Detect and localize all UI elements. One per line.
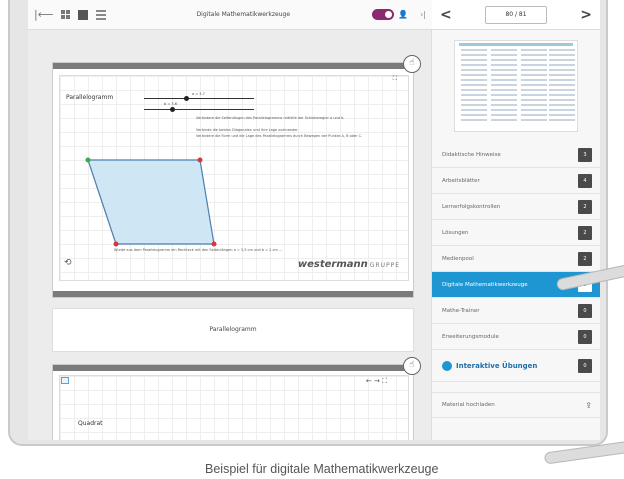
geometry-canvas[interactable]: Parallelogramm a = 3.7 b = 3.6 Verändere… <box>59 75 409 281</box>
card-top-strip <box>53 63 413 69</box>
sidebar-item-label: Mathe-Trainer <box>442 307 480 314</box>
count-badge: 2 <box>578 225 592 240</box>
sidebar-item-medienpool[interactable]: Medienpool 2 <box>432 246 600 272</box>
thumbnail-column <box>461 49 487 123</box>
sidebar-item-label: Didaktische Hinweise <box>442 151 501 158</box>
top-toolbar: |⟵ Digitale Mathematikwerkzeuge 👤 ›| <box>28 0 432 30</box>
ggb-measure-text: Wurde aus dem Parallelogramm ein Rechtec… <box>114 248 283 252</box>
geometry-canvas-2[interactable]: Quadrat <box>59 375 409 440</box>
count-badge: 3 <box>578 147 592 162</box>
sidebar-item-label: Digitale Mathematikwerkzeuge <box>442 281 528 288</box>
interactive-label: Interaktive Übungen <box>456 361 538 370</box>
figure-caption: Beispiel für digitale Mathematikwerkzeug… <box>205 462 439 476</box>
sidebar-item-label: Erweiterungsmodule <box>442 333 499 340</box>
sidebar: Didaktische Hinweise 3 Arbeitsblätter 4 Le… <box>432 30 600 440</box>
list-view-icon[interactable] <box>96 9 107 20</box>
brand-name: westermann <box>297 259 368 270</box>
count-badge: 0 <box>578 303 592 318</box>
single-page-view-icon[interactable] <box>78 9 89 20</box>
collapse-left-icon[interactable]: |⟵ <box>34 8 53 21</box>
count-badge: 4 <box>578 173 592 188</box>
toolbar-title: Digitale Mathematikwerkzeuge <box>196 11 291 18</box>
vertex-point[interactable] <box>113 241 119 247</box>
geogebra-card-square: Quadrat ← → ⛶ ☝ <box>52 357 421 440</box>
next-page-button[interactable]: > <box>580 7 592 23</box>
sidebar-item-label: Lernerfolgskontrollen <box>442 203 501 210</box>
count-badge: 0 <box>578 358 592 373</box>
app-screen: |⟵ Digitale Mathematikwerkzeuge 👤 ›| < 8… <box>28 0 600 440</box>
sidebar-item-material-hochladen[interactable]: Material hochladen ⇪ <box>432 392 600 418</box>
geogebra-card-parallelogram: Parallelogramm a = 3.7 b = 3.6 Verändere… <box>52 55 421 298</box>
sidebar-item-mathe-trainer[interactable]: Mathe-Trainer 0 <box>432 298 600 324</box>
sidebar-item-loesungen[interactable]: Lösungen 2 <box>432 220 600 246</box>
vertex-point[interactable] <box>197 157 203 163</box>
mode-toggle[interactable] <box>372 9 395 20</box>
ggb-heading-2: Quadrat <box>78 420 103 427</box>
thumbnail-header <box>459 43 573 46</box>
westermann-logo: westermann GRUPPE <box>298 259 400 270</box>
page-thumbnail[interactable] <box>454 40 578 132</box>
page-number-field[interactable]: 80 / 81 <box>485 5 547 24</box>
thumbnail-column <box>549 49 575 123</box>
sidebar-item-arbeitsblaetter[interactable]: Arbeitsblätter 4 <box>432 168 600 194</box>
collapse-right-icon[interactable]: ›| <box>420 10 426 19</box>
grid-view-icon[interactable] <box>61 10 71 19</box>
fullscreen-icon[interactable]: ⛶ <box>393 75 397 83</box>
sidebar-item-didaktische-hinweise[interactable]: Didaktische Hinweise 3 <box>432 142 600 168</box>
card-bottom-strip <box>53 291 413 297</box>
sidebar-item-label: Lösungen <box>442 229 469 236</box>
menu-icon[interactable] <box>61 377 69 384</box>
sidebar-item-label: Medienpool <box>442 255 474 262</box>
upload-icon[interactable]: ⇪ <box>585 401 592 410</box>
page-navigation: < 80 / 81 > <box>432 0 600 30</box>
thumbnail-column <box>491 49 517 123</box>
parallelogram-shape[interactable] <box>87 159 215 245</box>
hand-pointer-icon[interactable]: ☝ <box>403 357 421 375</box>
sidebar-item-lernerfolgskontrollen[interactable]: Lernerfolgskontrollen 2 <box>432 194 600 220</box>
vertex-point[interactable] <box>211 241 217 247</box>
card-top-strip <box>53 365 413 371</box>
thumbnail-column <box>521 49 547 123</box>
count-badge: 2 <box>578 199 592 214</box>
sidebar-item-label: Arbeitsblätter <box>442 177 480 184</box>
interactive-logo: Interaktive Übungen <box>442 360 538 371</box>
tablet-frame: |⟵ Digitale Mathematikwerkzeuge 👤 ›| < 8… <box>8 0 624 446</box>
count-badge: 0 <box>578 329 592 344</box>
undo-redo-icons[interactable]: ← → ⛶ <box>366 377 387 386</box>
card-caption: Parallelogramm <box>52 308 414 352</box>
person-icon[interactable]: 👤 <box>398 10 408 19</box>
sidebar-item-erweiterungsmodule[interactable]: Erweiterungsmodule 0 <box>432 324 600 350</box>
vertex-point[interactable] <box>85 157 91 163</box>
sidebar-item-label: Material hochladen <box>442 402 495 408</box>
interactive-logo-icon <box>442 360 452 371</box>
main-content: Parallelogramm a = 3.7 b = 3.6 Verändere… <box>28 30 432 440</box>
sidebar-item-interaktive-uebungen[interactable]: Interaktive Übungen 0 <box>432 350 600 382</box>
prev-page-button[interactable]: < <box>440 7 452 23</box>
hand-pointer-icon[interactable]: ☝ <box>403 55 421 73</box>
reset-icon[interactable]: ⟲ <box>64 258 72 268</box>
brand-gruppe: GRUPPE <box>369 262 400 269</box>
count-badge: 2 <box>578 251 592 266</box>
